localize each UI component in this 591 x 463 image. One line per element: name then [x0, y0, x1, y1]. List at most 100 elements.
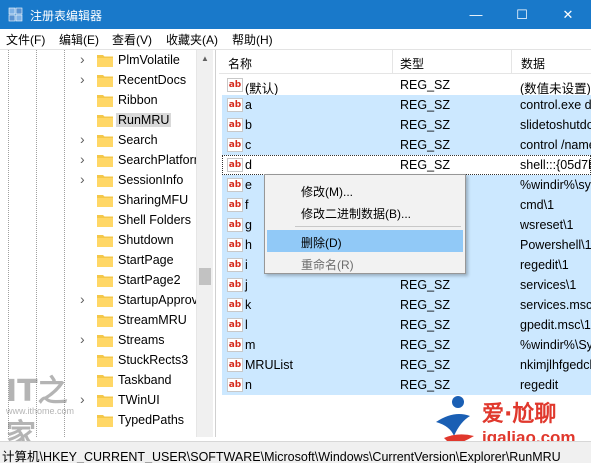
menu-item-rename: 重命名(R) — [267, 252, 463, 274]
folder-icon — [97, 135, 113, 147]
value-name: k — [245, 298, 252, 312]
string-value-icon: ab — [227, 318, 243, 332]
chevron-right-icon[interactable]: › — [80, 291, 85, 307]
registry-value-row[interactable]: aba REG_SZ control.exe desk.cpl — [222, 95, 591, 115]
folder-icon — [97, 415, 113, 427]
string-value-icon: ab — [227, 198, 243, 212]
value-data: slidetoshutdown\1 — [520, 118, 591, 132]
registry-value-row[interactable]: abMRUList REG_SZ nkimjlhfgedcba — [222, 355, 591, 375]
close-button[interactable]: ✕ — [545, 0, 591, 29]
tree-item[interactable]: › SearchPlatform — [0, 151, 204, 171]
igaliao-brand: 爱·尬聊 — [482, 402, 557, 427]
tree-item[interactable]: › Streams — [0, 331, 196, 351]
value-name: c — [245, 138, 252, 152]
maximize-button[interactable]: ☐ — [499, 0, 545, 29]
title-bar[interactable]: 注册表编辑器 — ☐ ✕ — [0, 0, 591, 29]
menu-item-delete[interactable]: 删除(D) — [267, 230, 463, 252]
menu-item-modify[interactable]: 修改(M)... — [267, 179, 463, 201]
tree-item[interactable]: › Search — [0, 131, 196, 151]
chevron-right-icon[interactable]: › — [80, 171, 85, 187]
menu-bar: 文件(F) 编辑(E) 查看(V) 收藏夹(A) 帮助(H) — [0, 29, 591, 49]
value-name: m — [245, 338, 256, 352]
menu-item-label: 修改二进制数据(B)... — [301, 207, 411, 221]
column-header-name[interactable]: 名称 — [228, 55, 252, 72]
tree-item[interactable]: RunMRU — [0, 111, 196, 131]
tree-item-label: SessionInfo — [118, 173, 184, 187]
tree-item-label: SharingMFU — [118, 193, 189, 207]
string-value-icon: ab — [227, 258, 243, 272]
string-value-icon: ab — [227, 138, 243, 152]
minimize-icon: — — [469, 7, 483, 22]
tree-item[interactable]: Shell Folders — [0, 211, 196, 231]
menu-favorites[interactable]: 收藏夹(A) — [166, 31, 218, 48]
column-divider[interactable] — [511, 50, 512, 74]
registry-value-row[interactable]: ab l REG_SZ gpedit.msc\1 — [222, 315, 591, 335]
chevron-right-icon[interactable]: › — [80, 131, 85, 147]
tree-scrollbar[interactable]: ▲ — [196, 50, 213, 437]
value-type: REG_SZ — [400, 318, 451, 332]
tree-item[interactable]: › StartupApproved — [0, 291, 212, 311]
value-name: n — [245, 378, 252, 392]
tree-item[interactable]: SharingMFU — [0, 191, 196, 211]
context-menu: 修改(M)... 修改二进制数据(B)... 删除(D) 重命名(R) — [264, 174, 466, 274]
folder-icon — [97, 215, 113, 227]
value-type: REG_SZ — [400, 298, 451, 312]
value-data: control.exe desk.cpl — [520, 98, 591, 112]
tree-item[interactable]: StartPage2 — [0, 271, 196, 291]
tree-item-label: Shell Folders — [118, 213, 191, 227]
menu-item-modify-binary[interactable]: 修改二进制数据(B)... — [267, 201, 463, 223]
registry-value-row[interactable]: ab j REG_SZ services\1 — [222, 275, 591, 295]
registry-value-row[interactable]: ab (默认) REG_SZ (数值未设置) — [222, 75, 591, 96]
scroll-up-icon[interactable]: ▲ — [201, 54, 209, 63]
folder-icon — [97, 395, 113, 407]
column-divider[interactable] — [392, 50, 393, 74]
tree-item[interactable]: › RecentDocs — [0, 71, 196, 91]
menu-file[interactable]: 文件(F) — [6, 31, 45, 48]
value-type: REG_SZ — [400, 118, 451, 132]
value-data: nkimjlhfgedcba — [520, 358, 591, 372]
string-value-icon: ab — [227, 238, 243, 252]
menu-edit[interactable]: 编辑(E) — [59, 31, 99, 48]
registry-value-row[interactable]: abd REG_SZ shell:::{05d7b0f4} — [222, 155, 591, 175]
menu-view[interactable]: 查看(V) — [112, 31, 152, 48]
menu-item-label: 重命名(R) — [301, 258, 354, 272]
value-type: REG_SZ — [400, 338, 451, 352]
column-header-type[interactable]: 类型 — [400, 55, 424, 72]
tree-item[interactable]: Shutdown — [0, 231, 196, 251]
tree-item[interactable]: StreamMRU — [0, 311, 196, 331]
scrollbar-thumb[interactable] — [199, 268, 211, 285]
registry-value-row[interactable]: abm REG_SZ %windir%\System32 — [222, 335, 591, 355]
registry-value-row[interactable]: abb REG_SZ slidetoshutdown\1 — [222, 115, 591, 135]
chevron-right-icon[interactable]: › — [80, 51, 85, 67]
value-data: services\1 — [520, 278, 577, 292]
tree-item-label: PlmVolatile — [118, 53, 180, 67]
chevron-right-icon[interactable]: › — [80, 331, 85, 347]
folder-icon — [97, 335, 113, 347]
column-header-data[interactable]: 数据 — [521, 55, 545, 72]
chevron-right-icon[interactable]: › — [80, 151, 85, 167]
list-header: 名称 类型 数据 — [219, 50, 591, 74]
value-name: h — [245, 238, 252, 252]
registry-value-row[interactable]: abk REG_SZ services.msc\1 — [222, 295, 591, 315]
minimize-button[interactable]: — — [453, 0, 499, 29]
tree-item[interactable]: Ribbon — [0, 91, 196, 111]
menu-help[interactable]: 帮助(H) — [232, 31, 273, 48]
value-data: services.msc\1 — [520, 298, 591, 312]
tree-item[interactable]: › SessionInfo — [0, 171, 196, 191]
tree-item[interactable]: StartPage — [0, 251, 196, 271]
value-type: REG_SZ — [400, 138, 451, 152]
folder-icon — [97, 375, 113, 387]
menu-item-label: 删除(D) — [301, 236, 342, 250]
ithome-url: www.ithome.com — [6, 406, 75, 416]
tree-item[interactable]: › PlmVolatile — [0, 51, 196, 71]
folder-icon — [97, 75, 113, 87]
tree-item-label: SearchPlatform — [118, 153, 205, 167]
chevron-right-icon[interactable]: › — [80, 71, 85, 87]
folder-icon — [97, 295, 113, 307]
string-value-icon: ab — [227, 78, 243, 92]
registry-value-row[interactable]: ab c REG_SZ control /name — [222, 135, 591, 155]
value-data: cmd\1 — [520, 198, 555, 212]
tree-item-label: StartPage2 — [118, 273, 181, 287]
value-name: a — [245, 98, 252, 112]
menu-item-label: 修改(M)... — [301, 185, 353, 199]
